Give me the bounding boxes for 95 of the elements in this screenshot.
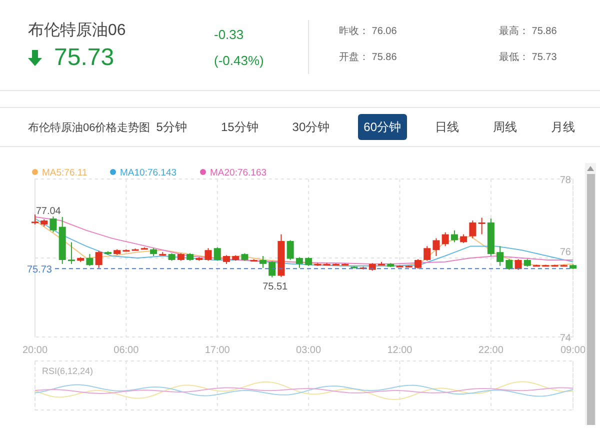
candlestick — [95, 250, 102, 268]
candlestick — [140, 246, 148, 250]
candlestick — [278, 234, 285, 278]
candlestick — [551, 264, 558, 267]
candlestick — [378, 261, 385, 266]
candlestick — [350, 266, 358, 269]
candlestick — [487, 218, 494, 257]
candlestick — [570, 264, 576, 270]
high-price-label: 77.04 — [36, 206, 61, 217]
candlestick — [368, 262, 376, 272]
candlestick — [50, 216, 57, 233]
candlestick — [442, 232, 449, 247]
legend-label: MA5:76.11 — [42, 168, 88, 178]
low-price-label: 75.51 — [262, 281, 288, 292]
candlestick — [305, 256, 312, 266]
candlestick — [478, 217, 486, 235]
scrollbar[interactable] — [585, 163, 596, 425]
price-change: -0.33 — [214, 26, 245, 44]
candlestick — [496, 246, 504, 266]
candlestick — [104, 250, 112, 256]
candlestick — [450, 230, 458, 243]
candlestick — [342, 263, 349, 266]
period-tab[interactable]: 60分钟 — [358, 114, 408, 140]
price-line-label: 75.73 — [26, 264, 52, 276]
chart-title: 布伦特原油06价格走势图 — [28, 120, 150, 134]
y-axis-label: 74 — [560, 333, 571, 344]
candlestick — [132, 248, 139, 251]
candlestick — [533, 264, 540, 267]
legend-label: MA10:76.143 — [120, 168, 177, 178]
period-tab[interactable]: 15分钟 — [214, 114, 264, 140]
candlestick — [360, 266, 367, 270]
stat-value: 开盘： 75.86 — [339, 51, 398, 65]
candlestick — [250, 258, 258, 262]
candlestick — [241, 252, 248, 262]
stat-value: 最高： 75.86 — [499, 24, 558, 39]
legend-label: MA20:76.163 — [210, 168, 267, 178]
instrument-name: 布伦特原油06 — [28, 20, 127, 41]
candlestick — [414, 258, 422, 270]
period-tab[interactable]: 日线 — [429, 114, 466, 140]
candlestick — [159, 252, 166, 256]
candlestick — [514, 258, 522, 270]
candlestick — [268, 260, 276, 278]
period-tab[interactable]: 30分钟 — [286, 114, 336, 140]
candlestick — [424, 246, 431, 262]
candlestick — [196, 256, 203, 262]
candlestick — [286, 240, 294, 260]
percent-change: (-0.43%) — [214, 52, 265, 70]
candlestick — [122, 248, 130, 252]
x-axis-label: 22:00 — [478, 345, 504, 356]
candlestick — [114, 248, 121, 256]
candlestick — [524, 258, 531, 268]
candlestick — [68, 242, 75, 264]
candlestick — [58, 216, 66, 264]
candlestick — [460, 234, 468, 244]
x-axis-label: 12:00 — [387, 345, 412, 356]
y-axis-label: 78 — [560, 175, 571, 186]
period-tab[interactable]: 月线 — [545, 114, 582, 140]
candlestick — [77, 256, 84, 262]
candlestick — [32, 214, 38, 225]
candlestick — [332, 263, 340, 266]
x-axis-label: 17:00 — [204, 345, 230, 356]
y-axis-label: 76 — [560, 247, 571, 258]
candlestick — [223, 254, 230, 264]
candlestick — [296, 256, 303, 268]
candlestick — [469, 220, 476, 239]
candlestick — [204, 248, 212, 262]
rsi-label: RSI(6,12,24) — [42, 366, 94, 376]
candlestick — [177, 252, 184, 262]
period-tab[interactable]: 周线 — [487, 114, 524, 140]
candlestick — [405, 265, 412, 268]
candlestick — [542, 264, 550, 267]
x-axis-label: 06:00 — [114, 345, 139, 356]
scroll-up-icon[interactable] — [587, 166, 594, 171]
x-axis-label: 03:00 — [296, 345, 322, 356]
candlestick — [40, 218, 48, 227]
candlestick — [432, 238, 440, 257]
period-tab[interactable]: 5分钟 — [150, 114, 193, 140]
candlestick — [314, 262, 322, 266]
candlestick — [232, 254, 240, 262]
candlestick — [186, 252, 194, 262]
last-price: 75.73 — [54, 44, 114, 72]
scrollbar-thumb[interactable] — [586, 174, 594, 425]
candlestick — [323, 262, 330, 266]
x-axis-label: 09:00 — [560, 345, 585, 356]
candlestick — [387, 262, 394, 268]
candlestick — [259, 256, 266, 268]
candlestick — [396, 265, 404, 268]
candlestick — [168, 252, 176, 262]
candlestick — [86, 254, 94, 266]
candlestick — [150, 248, 158, 257]
x-axis-label: 20:00 — [22, 345, 48, 356]
candlestick — [560, 264, 568, 267]
stat-value: 最低： 75.73 — [499, 51, 558, 65]
stat-value: 昨收： 76.06 — [339, 25, 398, 39]
candlestick — [214, 246, 221, 262]
